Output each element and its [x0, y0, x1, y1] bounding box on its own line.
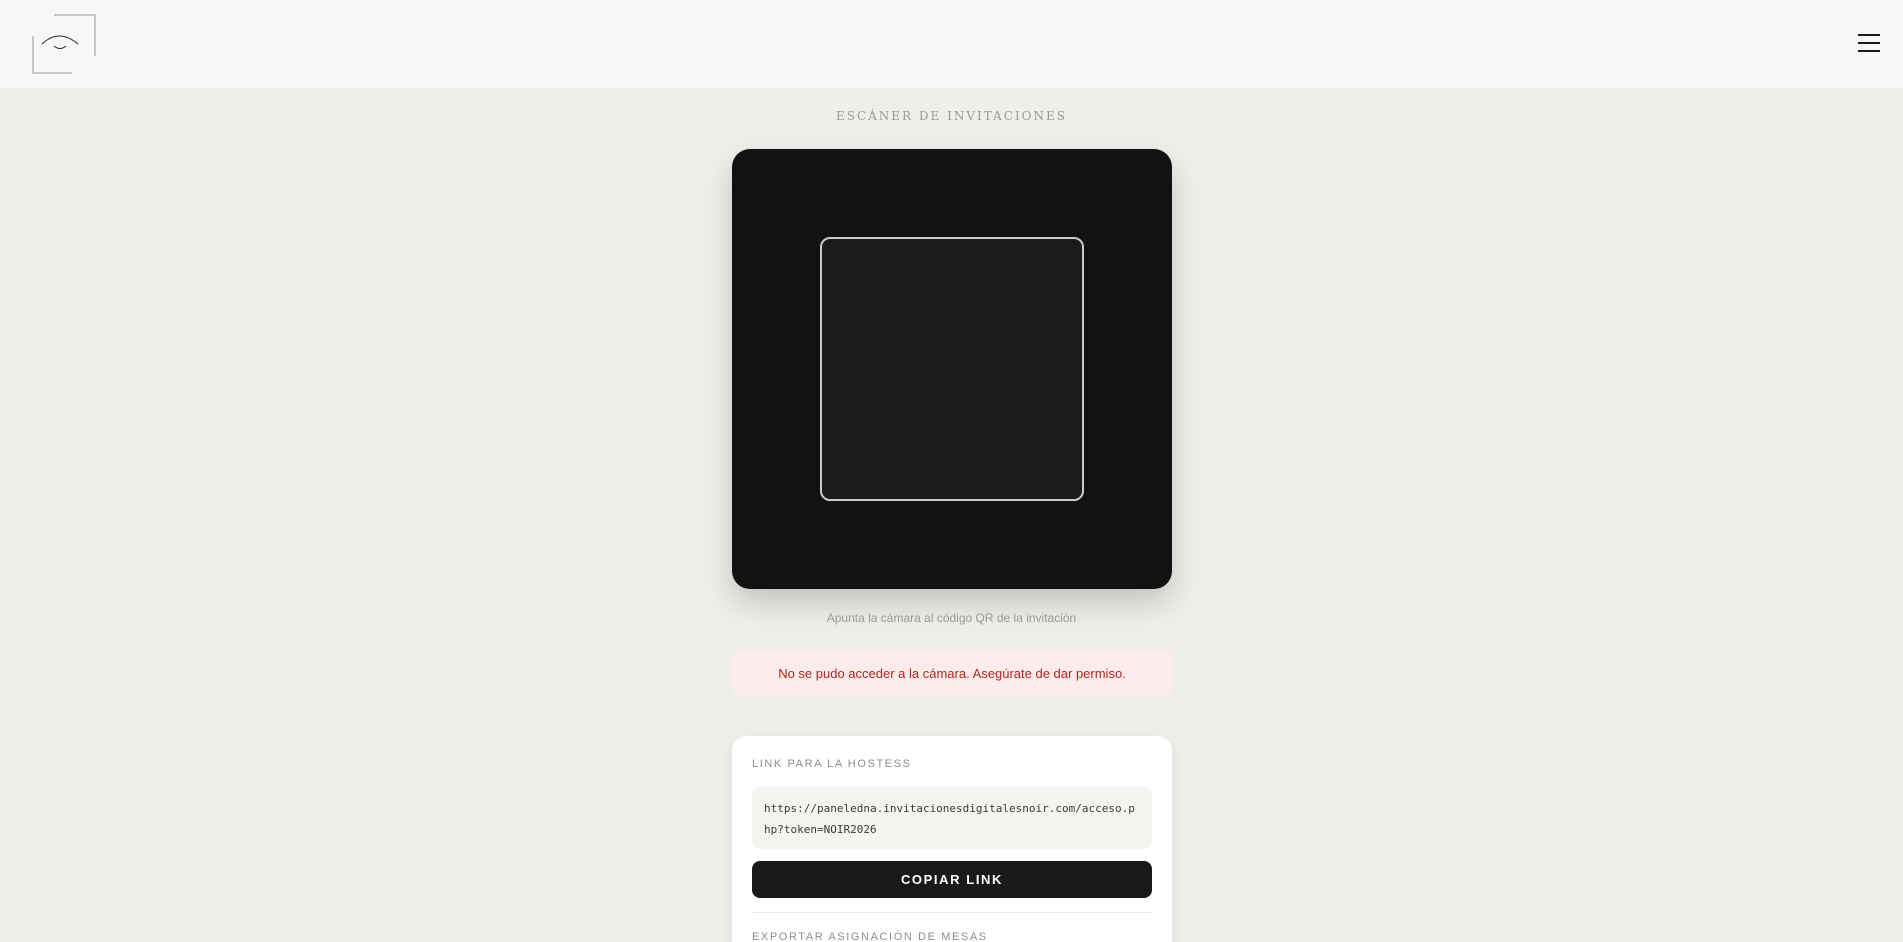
- page-title: ESCÁNER DE INVITACIONES: [835, 109, 1068, 123]
- hostess-link-card: LINK PARA LA HOSTESS https://paneledna.i…: [732, 736, 1172, 942]
- scan-hint-text: Apunta la cámara al código QR de la invi…: [826, 611, 1077, 625]
- qr-scan-frame: [820, 237, 1084, 501]
- top-bar: [0, 0, 1903, 89]
- menu-line: [1858, 34, 1880, 36]
- copy-link-button[interactable]: COPIAR LINK: [752, 861, 1152, 898]
- camera-error-text: No se pudo acceder a la cámara. Asegúrat…: [778, 665, 1126, 681]
- export-tables-label: EXPORTAR ASIGNACIÓN DE MESAS: [752, 931, 988, 942]
- hostess-link-label: LINK PARA LA HOSTESS: [752, 758, 912, 770]
- divider: [752, 912, 1152, 913]
- hostess-link-field[interactable]: https://paneledna.invitacionesdigitalesn…: [752, 787, 1152, 849]
- menu-line: [1858, 42, 1880, 44]
- menu-line: [1858, 50, 1880, 52]
- camera-error-alert: No se pudo acceder a la cámara. Asegúrat…: [732, 650, 1172, 696]
- hamburger-menu-icon[interactable]: [1857, 32, 1881, 54]
- camera-viewport: [732, 149, 1172, 589]
- eye-frame-logo-icon[interactable]: [32, 14, 96, 74]
